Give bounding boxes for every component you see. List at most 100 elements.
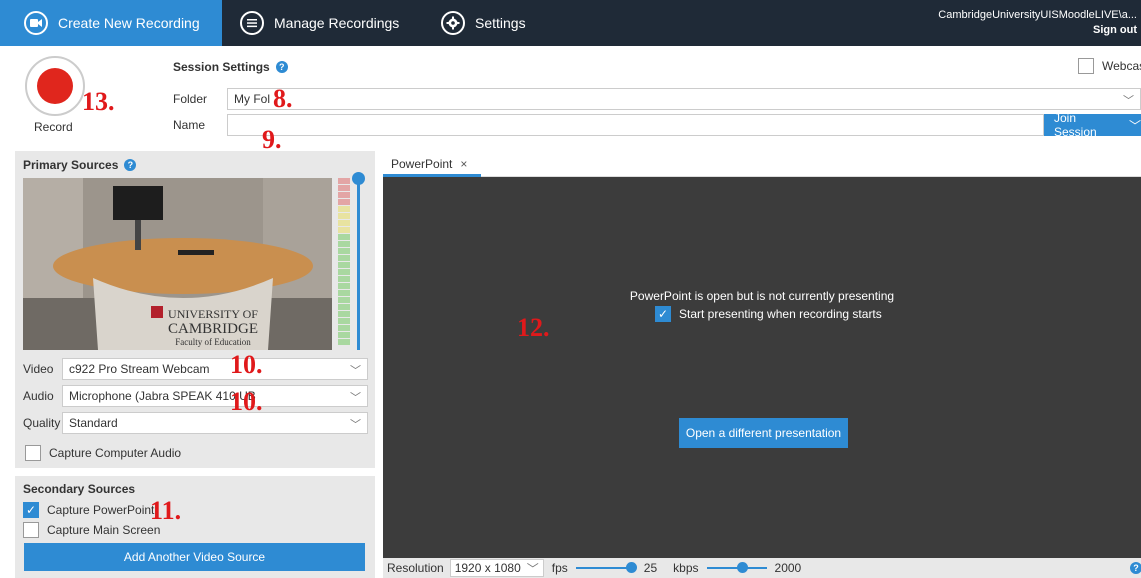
status-bar: Resolution 1920 x 1080 ﹀ fps 25 kbps 200… [383,558,1141,578]
capture-powerpoint-checkbox[interactable]: ✓ Capture PowerPoint [23,502,154,518]
fps-value: 25 [643,561,658,575]
kbps-slider[interactable] [706,562,767,573]
capture-powerpoint-label: Capture PowerPoint [47,503,155,517]
help-icon[interactable]: ? [1130,562,1141,574]
checkbox-icon [25,445,41,461]
resolution-label: Resolution [387,561,444,575]
meter-segment [338,332,350,338]
secondary-sources-title: Secondary Sources [23,482,136,496]
annotation-12: 12. [517,313,550,342]
chevron-down-icon: ﹀ [1128,118,1141,133]
meter-segment [338,297,350,303]
meter-segment [338,206,350,212]
meter-segment [338,227,350,233]
sign-out-link[interactable]: Sign out [938,23,1137,38]
meter-segment [338,241,350,247]
meter-segment [338,262,350,268]
fps-slider[interactable] [575,562,637,573]
meter-segment [338,276,350,282]
tab-manage-recordings[interactable]: Manage Recordings [240,0,399,46]
checkmark-icon: ✓ [23,502,39,518]
meter-segment [338,234,350,240]
tab-label: Settings [475,15,526,31]
annotation-8: 8. [273,84,293,113]
meter-segment [338,220,350,226]
chevron-down-icon: ﹀ [350,365,361,377]
session-settings-title: Session Settings ? [173,60,288,74]
folder-label: Folder [173,92,208,106]
capture-main-screen-label: Capture Main Screen [47,523,161,537]
fps-label: fps [551,561,568,575]
video-select[interactable]: c922 Pro Stream Webcam ﹀ [62,358,368,380]
resolution-value: 1920 x 1080 [454,561,521,575]
meter-segment [338,304,350,310]
record-label: Record [34,120,73,134]
gear-icon [441,11,465,35]
quality-value: Standard [69,416,118,430]
kbps-slider-handle[interactable] [736,562,748,573]
top-nav-bar: Create New Recording Manage Recordings S… [0,0,1141,46]
quality-label: Quality [23,416,61,430]
meter-segment [338,283,350,289]
audio-gain-slider-track[interactable] [357,179,360,350]
audio-value: Microphone (Jabra SPEAK 410 U [69,389,248,403]
audio-gain-slider-handle[interactable] [352,172,365,185]
primary-sources-label: Primary Sources [23,158,119,172]
record-button[interactable] [25,56,85,116]
capture-main-screen-checkbox[interactable]: Capture Main Screen [23,522,160,538]
capture-computer-audio-label: Capture Computer Audio [49,446,182,460]
tab-create-new-recording[interactable]: Create New Recording [0,0,222,46]
source-tabstrip [383,151,1141,177]
meter-segment [338,290,350,296]
meter-segment [338,269,350,275]
close-icon[interactable]: × [460,157,467,171]
annotation-9: 9. [262,125,282,154]
tab-settings[interactable]: Settings [441,0,526,46]
video-label: Video [23,362,54,376]
primary-sources-title: Primary Sources ? [23,158,137,172]
help-icon[interactable]: ? [275,61,288,73]
kbps-value: 2000 [774,561,802,575]
chevron-down-icon: ﹀ [350,392,361,404]
resolution-select[interactable]: 1920 x 1080 ﹀ [449,559,544,577]
list-icon [240,11,264,35]
folder-value: My Fol [234,92,270,106]
meter-segment [338,339,350,345]
fps-slider-handle[interactable] [625,562,637,573]
webcast-label: Webcast [1102,59,1141,73]
audio-level-meter [338,178,350,350]
name-input[interactable] [227,114,1044,136]
tab-powerpoint[interactable]: PowerPoint × [383,151,481,177]
add-video-source-button[interactable]: Add Another Video Source [24,543,365,571]
quality-select[interactable]: Standard ﹀ [62,412,368,434]
chevron-down-icon: ﹀ [526,561,539,576]
video-camera-icon [24,11,48,35]
open-different-presentation-button[interactable]: Open a different presentation [679,418,848,448]
annotation-11: 11. [150,496,182,525]
record-icon [37,68,73,104]
audio-label: Audio [23,389,54,403]
chevron-down-icon: ﹀ [350,419,361,431]
checkbox-icon [1078,58,1094,74]
meter-segment [338,199,350,205]
help-icon[interactable]: ? [124,159,137,171]
powerpoint-tab-label: PowerPoint [391,157,453,171]
tab-label: Create New Recording [58,15,200,31]
webcast-checkbox[interactable]: Webcast [1078,58,1141,74]
start-presenting-checkbox[interactable]: ✓ Start presenting when recording starts [655,306,882,322]
annotation-13: 13. [82,87,115,116]
video-value: c922 Pro Stream Webcam [69,362,210,376]
capture-computer-audio-checkbox[interactable]: Capture Computer Audio [25,445,181,461]
join-session-button[interactable]: Join Session ﹀ [1044,111,1141,139]
meter-segment [338,311,350,317]
meter-segment [338,185,350,191]
meter-segment [338,248,350,254]
audio-select[interactable]: Microphone (Jabra SPEAK 410 UB ﹀ [62,385,368,407]
user-info: CambridgeUniversityUISMoodleLIVE\a... Si… [938,8,1137,38]
meter-segment [338,318,350,324]
meter-segment [338,192,350,198]
preview-text: UNIVERSITY OF [168,307,258,321]
chevron-down-icon: ﹀ [1123,95,1134,107]
folder-select[interactable]: My Fol ﹀ [227,88,1141,110]
name-label: Name [173,118,206,132]
